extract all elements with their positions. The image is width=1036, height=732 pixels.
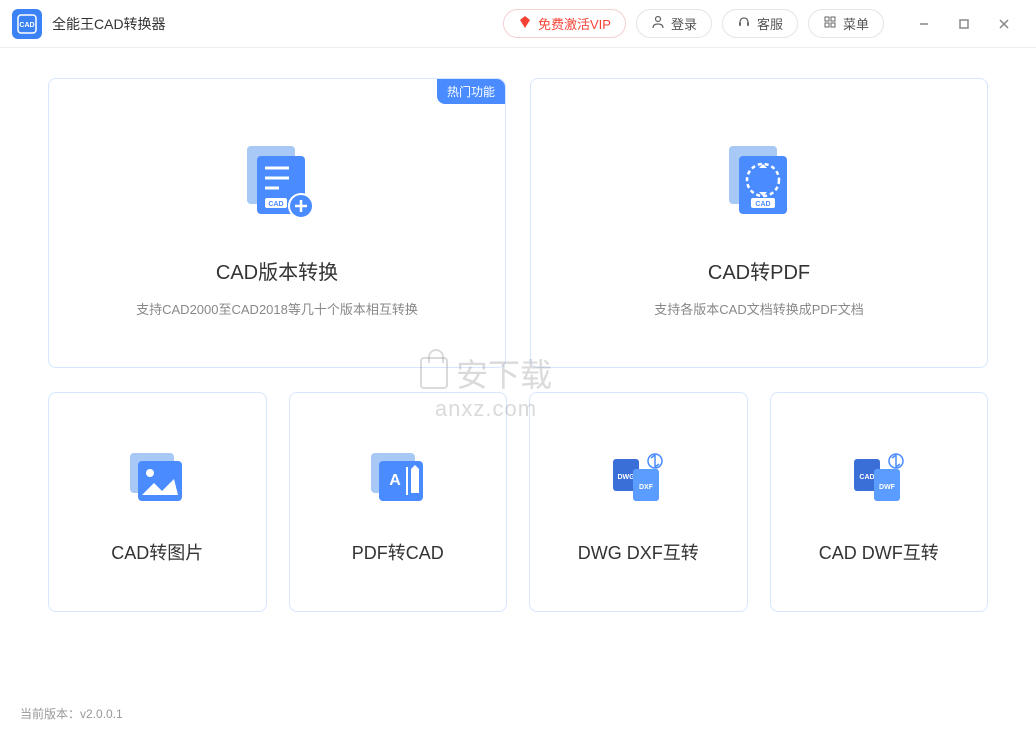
card-pdf-to-cad[interactable]: A PDF转CAD [289,392,508,612]
card-title: CAD DWF互转 [819,539,939,565]
menu-label: 菜单 [843,14,869,33]
image-icon [112,439,202,519]
close-button[interactable] [984,9,1024,39]
grid-icon [823,15,837,32]
cad-dwf-icon: CAD DWF [834,439,924,519]
vip-label: 免费激活VIP [538,14,611,33]
svg-text:A: A [389,472,401,489]
version-label: 当前版本： [20,707,80,721]
card-title: CAD版本转换 [216,256,338,285]
pdf-cad-icon: A [353,439,443,519]
maximize-button[interactable] [944,9,984,39]
card-title: CAD转图片 [111,539,203,565]
card-title: DWG DXF互转 [578,539,699,565]
diamond-icon [518,15,532,32]
user-icon [651,15,665,32]
card-desc: 支持CAD2000至CAD2018等几十个版本相互转换 [136,299,418,318]
hot-badge: 热门功能 [437,79,505,104]
card-cad-to-image[interactable]: CAD转图片 [48,392,267,612]
titlebar: CAD 全能王CAD转换器 免费激活VIP 登录 客服 菜单 [0,0,1036,48]
card-title: PDF转CAD [352,539,444,565]
cad-pdf-icon: CAD [694,128,824,238]
headset-icon [737,15,751,32]
card-title: CAD转PDF [708,256,810,285]
svg-text:DXF: DXF [639,484,654,491]
svg-text:CAD: CAD [755,201,770,208]
svg-text:CAD: CAD [19,22,34,29]
main-content: 热门功能 CAD CAD版本转换 支持CAD2000至CAD2018等几十个版本… [0,48,1036,622]
card-cad-to-pdf[interactable]: CAD CAD转PDF 支持各版本CAD文档转换成PDF文档 [530,78,988,368]
card-cad-version-convert[interactable]: 热门功能 CAD CAD版本转换 支持CAD2000至CAD2018等几十个版本… [48,78,506,368]
menu-button[interactable]: 菜单 [808,9,884,38]
card-dwg-dxf-convert[interactable]: DWGDXF DWG DXF互转 [529,392,748,612]
cad-version-icon: CAD [212,128,342,238]
login-button[interactable]: 登录 [636,9,712,38]
card-desc: 支持各版本CAD文档转换成PDF文档 [654,299,863,318]
activate-vip-button[interactable]: 免费激活VIP [503,9,626,38]
app-title: 全能王CAD转换器 [52,14,166,34]
svg-text:DWF: DWF [879,484,896,491]
svg-text:CAD: CAD [268,201,283,208]
card-cad-dwf-convert[interactable]: CAD DWF CAD DWF互转 [770,392,989,612]
dwg-dxf-icon: DWGDXF [593,439,683,519]
version-footer: 当前版本：v2.0.0.1 [20,705,123,722]
support-button[interactable]: 客服 [722,9,798,38]
app-logo-icon: CAD [12,9,42,39]
support-label: 客服 [757,14,783,33]
minimize-button[interactable] [904,9,944,39]
svg-text:CAD: CAD [859,474,874,481]
version-value: v2.0.0.1 [80,707,123,721]
login-label: 登录 [671,14,697,33]
svg-text:DWG: DWG [618,474,636,481]
